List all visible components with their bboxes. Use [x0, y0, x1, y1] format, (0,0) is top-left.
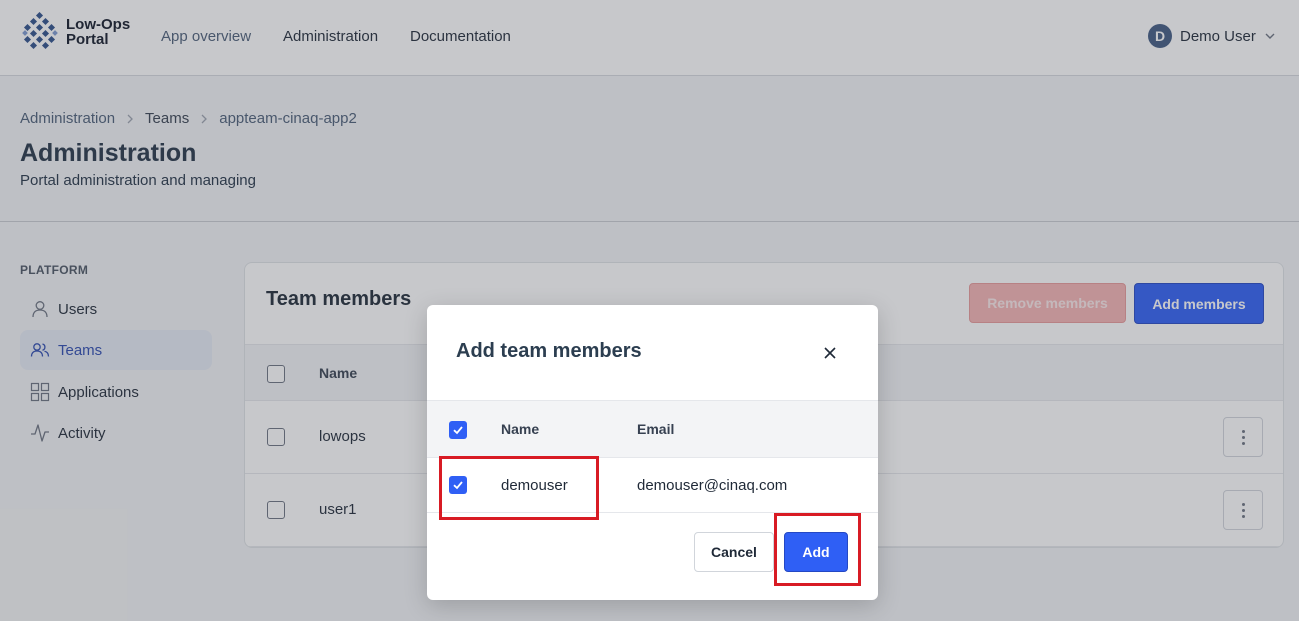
- select-all-checkbox[interactable]: [449, 421, 467, 439]
- dialog-table-header: Name Email: [427, 400, 878, 458]
- check-icon: [453, 426, 463, 435]
- cancel-button[interactable]: Cancel: [694, 532, 774, 572]
- dialog-title: Add team members: [456, 340, 642, 362]
- column-header-name[interactable]: Name: [501, 421, 539, 437]
- user-email-cell: demouser@cinaq.com: [637, 477, 788, 494]
- column-header-email[interactable]: Email: [637, 421, 674, 437]
- close-icon[interactable]: [820, 343, 840, 363]
- highlight-selected-row: [439, 456, 599, 520]
- highlight-add-button: [774, 513, 861, 586]
